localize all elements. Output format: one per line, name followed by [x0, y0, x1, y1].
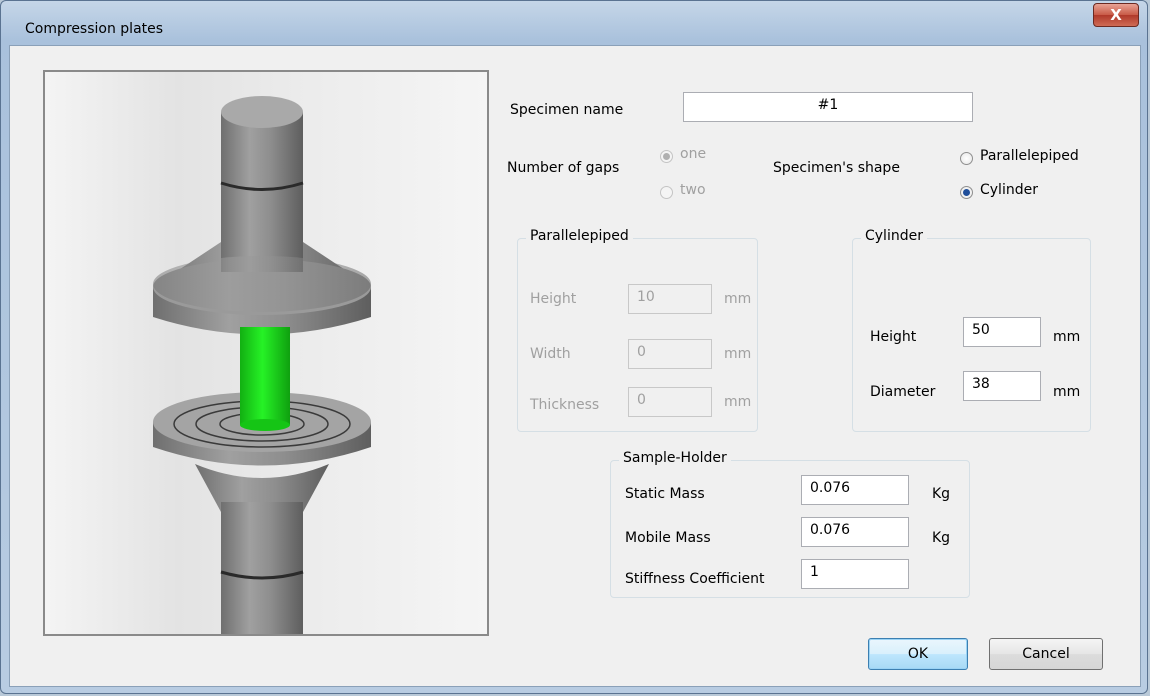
- close-button[interactable]: X: [1093, 3, 1139, 27]
- stiffness-coefficient-label: Stiffness Coefficient: [625, 571, 765, 587]
- gaps-two-radio[interactable]: [660, 186, 673, 199]
- compression-plates-preview: [43, 70, 489, 636]
- cylinder-diameter-input[interactable]: 38: [963, 371, 1041, 401]
- specimen-name-input[interactable]: #1: [683, 92, 973, 122]
- radio-selected-dot: [663, 153, 670, 160]
- window-title: Compression plates: [25, 21, 164, 37]
- parallelepiped-thickness-unit: mm: [724, 394, 752, 410]
- number-of-gaps-label: Number of gaps: [507, 160, 620, 176]
- shape-cylinder-radio[interactable]: [960, 186, 973, 199]
- gaps-two-label: two: [680, 182, 706, 198]
- shape-parallelepiped-radio[interactable]: [960, 152, 973, 165]
- parallelepiped-thickness-label: Thickness: [530, 397, 600, 413]
- mobile-mass-unit: Kg: [932, 530, 951, 546]
- parallelepiped-height-input[interactable]: 10: [628, 284, 712, 314]
- shape-parallelepiped-label: Parallelepiped: [980, 148, 1079, 164]
- mobile-mass-input[interactable]: 0.076: [801, 517, 909, 547]
- dialog-window: Compression plates X Specimen name #1 Nu…: [0, 0, 1148, 694]
- dialog-client-area: Specimen name #1 Number of gaps one two …: [9, 45, 1141, 687]
- cylinder-group: Cylinder Height 50 mm Diameter 38 mm: [852, 228, 1091, 432]
- parallelepiped-group-title: Parallelepiped: [526, 228, 633, 244]
- cancel-button[interactable]: Cancel: [989, 638, 1103, 670]
- compression-plates-illustration: [153, 96, 371, 634]
- parallelepiped-group: Parallelepiped Height 10 mm Width 0 mm T…: [517, 228, 758, 432]
- title-bar[interactable]: Compression plates X: [1, 1, 1147, 45]
- gaps-one-radio[interactable]: [660, 150, 673, 163]
- cylinder-diameter-unit: mm: [1053, 384, 1081, 400]
- parallelepiped-thickness-input[interactable]: 0: [628, 387, 712, 417]
- mobile-mass-label: Mobile Mass: [625, 530, 711, 546]
- static-mass-unit: Kg: [932, 486, 951, 502]
- radio-selected-dot: [963, 189, 970, 196]
- cylinder-height-unit: mm: [1053, 329, 1081, 345]
- cylinder-height-label: Height: [870, 329, 917, 345]
- cylinder-group-title: Cylinder: [861, 228, 927, 244]
- sample-holder-group: Sample-Holder Static Mass 0.076 Kg Mobil…: [610, 450, 970, 598]
- sample-holder-group-title: Sample-Holder: [619, 450, 731, 466]
- parallelepiped-width-input[interactable]: 0: [628, 339, 712, 369]
- specimen-shape-label: Specimen's shape: [773, 160, 900, 176]
- cylinder-height-input[interactable]: 50: [963, 317, 1041, 347]
- parallelepiped-width-label: Width: [530, 346, 571, 362]
- cylinder-diameter-label: Diameter: [870, 384, 936, 400]
- static-mass-label: Static Mass: [625, 486, 705, 502]
- static-mass-input[interactable]: 0.076: [801, 475, 909, 505]
- ok-button[interactable]: OK: [868, 638, 968, 670]
- parallelepiped-height-unit: mm: [724, 291, 752, 307]
- parallelepiped-height-label: Height: [530, 291, 577, 307]
- shape-cylinder-label: Cylinder: [980, 182, 1038, 198]
- stiffness-coefficient-input[interactable]: 1: [801, 559, 909, 589]
- parallelepiped-width-unit: mm: [724, 346, 752, 362]
- gaps-one-label: one: [680, 146, 707, 162]
- specimen-name-label: Specimen name: [510, 102, 624, 118]
